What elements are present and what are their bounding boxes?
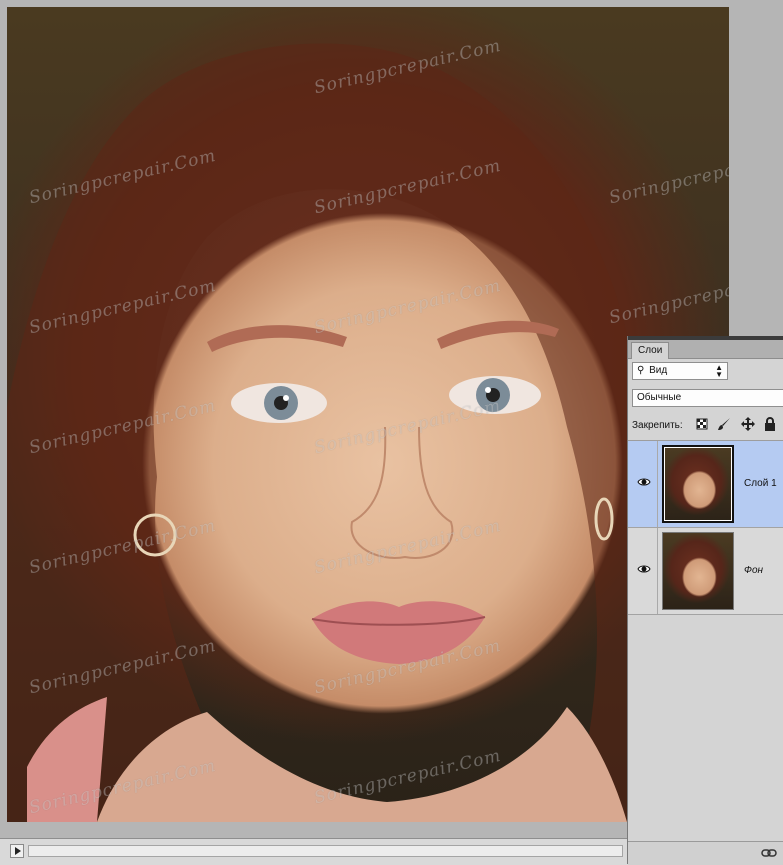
lock-paint-icon[interactable]: [717, 417, 731, 431]
eye-visibility-icon[interactable]: [637, 564, 651, 574]
tab-layers[interactable]: Слои: [631, 342, 670, 359]
scrollbar-track[interactable]: [28, 845, 623, 857]
visibility-column-divider: [657, 441, 658, 527]
updown-arrows-icon: ▲ ▼: [715, 363, 723, 379]
kind-filter-value: Вид: [649, 365, 668, 376]
layer-row-background[interactable]: Фон: [628, 528, 783, 615]
panel-footer: [628, 841, 783, 865]
lock-label: Закрепить:: [632, 420, 683, 431]
blend-mode-dropdown[interactable]: Обычные: [632, 389, 783, 407]
panel-tab-bar: Слои: [628, 340, 783, 359]
link-icon[interactable]: [761, 848, 777, 858]
lock-all-icon[interactable]: [764, 417, 776, 431]
layer-thumbnail[interactable]: [662, 445, 734, 523]
document-image[interactable]: Soringpcrepair.Com Soringpcrepair.Com So…: [7, 7, 729, 822]
layer-kind-filter-dropdown[interactable]: ⚲ Вид ▲ ▼: [632, 362, 728, 380]
blend-mode-value: Обычные: [637, 392, 682, 403]
search-icon: ⚲: [637, 365, 645, 376]
layer-name[interactable]: Слой 1: [744, 478, 777, 489]
eye-visibility-icon[interactable]: [637, 477, 651, 487]
horizontal-scrollbar[interactable]: [0, 838, 630, 865]
visibility-column-divider: [657, 528, 658, 614]
lock-icons-group: [696, 417, 781, 433]
layer-thumbnail[interactable]: [662, 532, 734, 610]
lock-position-icon[interactable]: [740, 417, 755, 431]
scroll-right-arrow-icon[interactable]: [10, 844, 24, 858]
layer-name[interactable]: Фон: [744, 565, 763, 576]
portrait-photo: [7, 43, 729, 822]
lock-transparent-icon[interactable]: [696, 417, 708, 431]
layers-panel: Слои ⚲ Вид ▲ ▼ Обычные Закрепить: Слой 1…: [627, 336, 783, 865]
layer-row-layer1[interactable]: Слой 1: [628, 441, 783, 528]
